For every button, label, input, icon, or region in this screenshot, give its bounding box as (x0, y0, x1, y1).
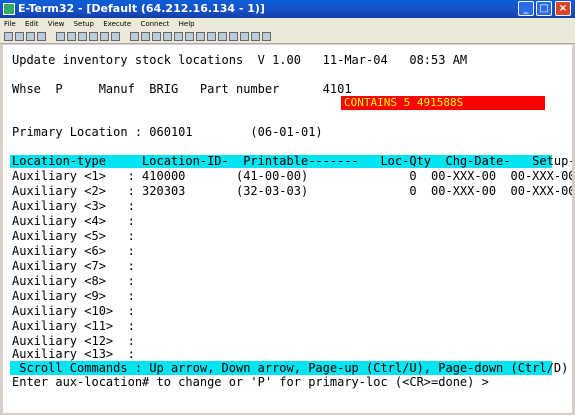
keyboard-icon[interactable] (163, 32, 172, 41)
app-icon (3, 3, 15, 15)
help-icon[interactable] (262, 32, 271, 41)
toolbar (0, 30, 575, 44)
aux-row: Auxiliary <5> : (12, 229, 135, 243)
whse-line: Whse P Manuf BRIG Part number 4101 (12, 82, 352, 96)
window-icon[interactable] (207, 32, 216, 41)
pin-icon[interactable] (240, 32, 249, 41)
aux-row: Auxiliary <1> : 410000 (41-00-00) 0 00-X… (12, 169, 572, 183)
window-title: E-Term32 - [Default (64.212.16.134 - 1)] (18, 2, 265, 15)
find-icon[interactable] (100, 32, 109, 41)
cut-icon[interactable] (56, 32, 65, 41)
open-icon[interactable] (15, 32, 24, 41)
aux-row: Auxiliary <13> : (12, 347, 135, 361)
paste-icon[interactable] (78, 32, 87, 41)
font-icon[interactable] (174, 32, 183, 41)
settings-icon[interactable] (111, 32, 120, 41)
new-icon[interactable] (4, 32, 13, 41)
primary-location-line: Primary Location : 060101 (06-01-01) (12, 125, 323, 139)
print-icon[interactable] (89, 32, 98, 41)
macro-icon[interactable] (152, 32, 161, 41)
aux-row: Auxiliary <11> : (12, 319, 135, 333)
color-icon[interactable] (185, 32, 194, 41)
menu-connect[interactable]: Connect (140, 20, 169, 28)
scroll-help: Scroll Commands : Up arrow, Down arrow, … (12, 361, 569, 375)
aux-row: Auxiliary <7> : (12, 259, 135, 273)
copy-icon[interactable] (67, 32, 76, 41)
warning-text: CONTAINS 5 491588S (344, 96, 464, 109)
close-button[interactable]: × (555, 1, 571, 16)
column-header: Location-type Location-ID- Printable----… (12, 154, 572, 168)
menu-edit[interactable]: Edit (25, 20, 39, 28)
aux-row: Auxiliary <10> : (12, 304, 135, 318)
title-bar: E-Term32 - [Default (64.212.16.134 - 1)]… (0, 0, 575, 18)
menu-execute[interactable]: Execute (103, 20, 131, 28)
capture-icon[interactable] (130, 32, 139, 41)
menu-view[interactable]: View (48, 20, 65, 28)
aux-row: Auxiliary <6> : (12, 244, 135, 258)
aux-row: Auxiliary <3> : (12, 199, 135, 213)
disconnect-icon[interactable] (37, 32, 46, 41)
aux-row: Auxiliary <4> : (12, 214, 135, 228)
connect-icon[interactable] (26, 32, 35, 41)
menu-setup[interactable]: Setup (74, 20, 94, 28)
aux-row: Auxiliary <8> : (12, 274, 135, 288)
tile-icon[interactable] (218, 32, 227, 41)
play-icon[interactable] (251, 32, 260, 41)
aux-row: Auxiliary <2> : 320303 (32-03-03) 0 00-X… (12, 184, 572, 198)
maximize-button[interactable]: □ (536, 1, 552, 16)
script-icon[interactable] (141, 32, 150, 41)
menu-file[interactable]: File (4, 20, 16, 28)
menu-help[interactable]: Help (179, 20, 195, 28)
input-prompt: Enter aux-location# to change or 'P' for… (12, 375, 489, 389)
status-icon[interactable] (229, 32, 238, 41)
terminal-screen[interactable]: Update inventory stock locations V 1.00 … (3, 45, 572, 413)
screen-header: Update inventory stock locations V 1.00 … (12, 53, 468, 67)
minimize-button[interactable]: _ (518, 1, 534, 16)
transfer-icon[interactable] (196, 32, 205, 41)
aux-row: Auxiliary <9> : (12, 289, 135, 303)
menu-bar: File Edit View Setup Execute Connect Hel… (0, 18, 575, 30)
